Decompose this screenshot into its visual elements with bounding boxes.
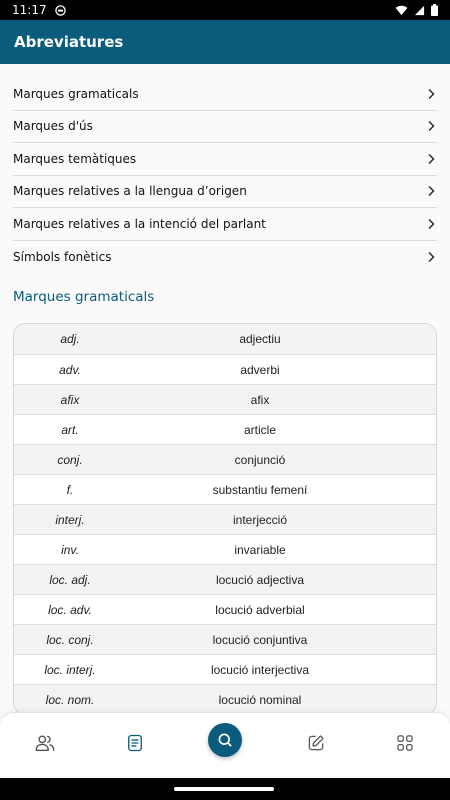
chevron-right-icon [428,218,435,229]
meaning-cell: article [243,422,276,437]
search-icon [218,733,232,747]
table-row: inv. invariable [14,534,436,564]
menu-item-label: Marques temàtiques [13,151,137,166]
meaning-cell: adverbi [240,362,280,377]
table-row: loc. conj. locució conjuntiva [14,624,436,654]
meaning-cell: adjectiu [239,332,281,346]
table-row: interj. interjecció [14,504,436,534]
abbreviation-cell: adv. [59,362,81,377]
menu-item-label: Marques gramaticals [13,86,139,101]
menu-item-simbols-fonetics[interactable]: Símbols fonètics [13,241,437,274]
list-document-icon [128,734,142,752]
chevron-right-icon [428,121,435,132]
meaning-cell: substantiu femení [212,482,308,497]
menu-item-marques-dus[interactable]: Marques d'ús [13,111,437,143]
system-navigation-bar [0,778,450,800]
table-row: afix afix [14,384,436,414]
table-row: adj. adjectiu [14,324,436,354]
meaning-cell: locució conjuntiva [212,632,308,647]
nav-users-button[interactable] [33,731,57,755]
app-bar: Abreviatures [0,20,450,64]
abbreviation-cell: loc. nom. [45,692,95,707]
grid-icon [397,735,413,751]
table-row: loc. interj. locució interjectiva [14,654,436,684]
users-icon [35,735,55,752]
meaning-cell: afix [250,392,270,407]
menu-item-marques-gramaticals[interactable]: Marques gramaticals [13,78,437,111]
status-time: 11:17 [12,3,47,17]
table-row: f. substantiu femení [14,474,436,504]
nav-more-button[interactable] [393,731,417,755]
abbreviation-cell: adj. [60,332,80,346]
abbreviation-cell: loc. conj. [46,632,94,647]
table-row: conj. conjunció [14,444,436,474]
abbreviations-table: adj. adjectiu adv. adverbi afix afix art. ar… [13,323,437,715]
meaning-cell: interjecció [232,512,288,527]
menu-item-label: Marques relatives a la llengua d’origen [13,184,247,199]
chevron-right-icon [428,186,435,197]
abbreviation-cell: loc. adj. [49,572,91,587]
meaning-cell: locució adverbial [215,602,305,617]
meaning-cell: locució nominal [218,692,302,707]
abbreviation-category-list: Marques gramaticals Marques d'ús Marques… [13,78,437,273]
menu-item-marques-tematiques[interactable]: Marques temàtiques [13,143,437,176]
meaning-cell: locució interjectiva [210,662,310,677]
edit-icon [308,735,324,751]
app-title: Abreviatures [14,33,124,51]
bottom-navigation-bar [0,712,450,778]
menu-item-intencio-parlant[interactable]: Marques relatives a la intenció del parl… [13,208,437,241]
table-row: adv. adverbi [14,354,436,384]
cell-signal-icon [414,5,425,15]
meaning-cell: invariable [234,542,286,557]
table-row: art. article [14,414,436,444]
menu-item-label: Marques relatives a la intenció del parl… [13,216,266,231]
menu-item-label: Símbols fonètics [13,249,112,264]
meaning-cell: conjunció [234,452,286,467]
chevron-right-icon [428,251,435,262]
table-row: loc. adj. locució adjectiva [14,564,436,594]
table-row: loc. nom. locució nominal [14,684,436,714]
menu-item-llengua-origen[interactable]: Marques relatives a la llengua d’origen [13,176,437,208]
abbreviation-cell: inv. [61,542,79,557]
wifi-icon [395,5,408,15]
nav-search-button[interactable] [208,723,242,757]
status-bar: 11:17 [0,0,450,20]
abbreviation-cell: interj. [55,512,85,527]
meaning-cell: locució adjectiva [215,572,305,587]
abbreviation-cell: conj. [57,452,83,467]
nav-edit-button[interactable] [304,731,328,755]
abbreviation-cell: loc. adv. [48,602,92,617]
chevron-right-icon [428,88,435,99]
abbreviation-cell: loc. interj. [44,662,96,677]
chevron-right-icon [428,153,435,164]
abbreviation-cell: art. [61,422,79,437]
menu-item-label: Marques d'ús [13,119,93,134]
abbreviation-cell: f. [66,482,74,497]
section-title: Marques gramaticals [13,289,155,305]
home-gesture-handle[interactable] [174,787,274,791]
table-row: loc. adv. locució adverbial [14,594,436,624]
notification-icon [54,4,66,16]
battery-icon [431,4,438,16]
abbreviation-cell: afix [60,392,80,407]
nav-abbreviations-button[interactable] [123,731,147,755]
